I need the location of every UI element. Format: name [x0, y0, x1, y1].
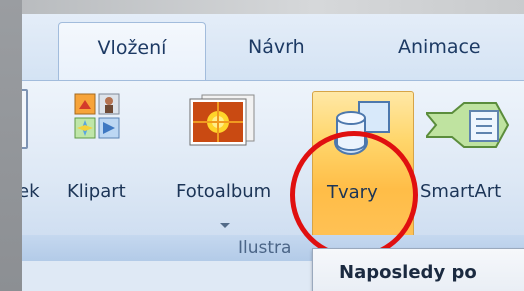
shapes-dropdown-menu[interactable]: Naposledy po: [312, 248, 524, 291]
ribbon-window: Vložení Návrh Animace ek Klipart Fotoalb…: [22, 14, 524, 291]
ribbon-panel: ek Klipart Fotoalbum Tvary SmartArt Ilus…: [22, 80, 524, 261]
smartart-button-label[interactable]: SmartArt: [420, 181, 501, 202]
tab-navrh[interactable]: Návrh: [248, 36, 305, 58]
fotoalbum-button-label[interactable]: Fotoalbum: [176, 181, 271, 202]
highlight-ring: [290, 131, 418, 259]
picture-icon[interactable]: [22, 89, 28, 149]
obrazek-button-label[interactable]: ek: [22, 181, 40, 202]
recently-used-shapes-header: Naposledy po: [339, 262, 477, 283]
photo-album-icon: [189, 94, 255, 146]
clipart-icon: [74, 93, 120, 139]
tab-animace[interactable]: Animace: [398, 36, 481, 58]
smartart-icon: [426, 102, 510, 148]
window-frame-top: [0, 0, 524, 14]
chevron-down-icon: [220, 223, 230, 228]
ribbon-tab-bar: Vložení Návrh Animace: [22, 14, 524, 81]
tab-vlozeni[interactable]: Vložení: [58, 22, 206, 81]
window-frame-left: [0, 0, 22, 291]
ilustrace-group-label: Ilustra: [238, 238, 292, 258]
klipart-button-label[interactable]: Klipart: [67, 181, 126, 202]
fotoalbum-button[interactable]: [174, 89, 284, 239]
tab-vlozeni-label: Vložení: [97, 37, 167, 59]
